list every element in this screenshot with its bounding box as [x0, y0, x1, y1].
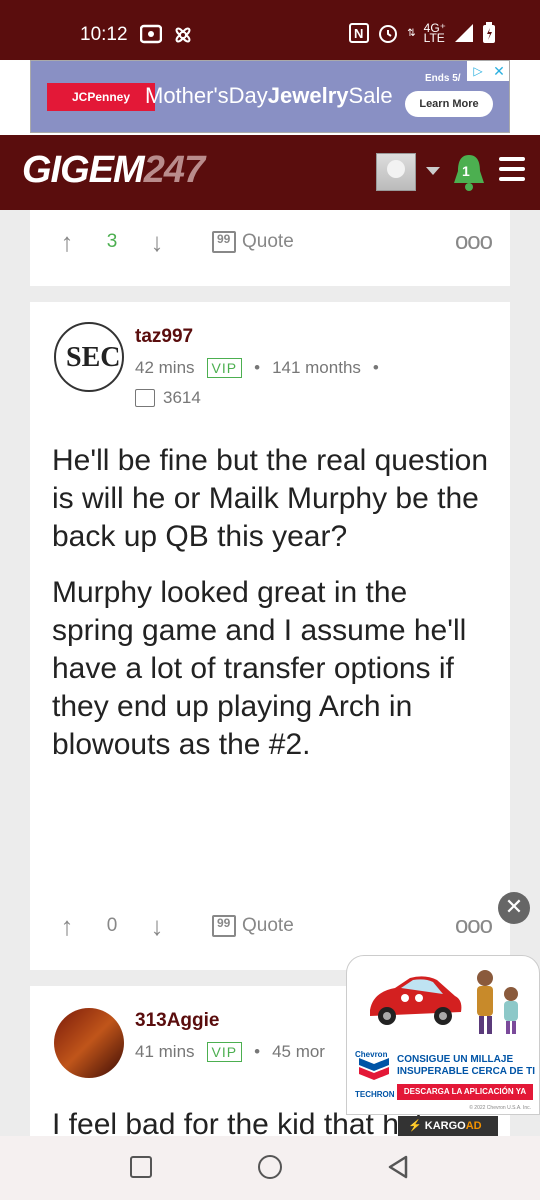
network-label: 4G⁺ LTE [423, 21, 446, 45]
upvote-arrow-icon[interactable]: ↑ [52, 227, 82, 258]
more-options-icon[interactable]: ooo [455, 912, 493, 940]
message-icon [135, 389, 155, 407]
vip-badge: VIP [206, 358, 243, 378]
downvote-arrow-icon[interactable]: ↓ [142, 227, 172, 258]
user-avatar[interactable]: SEC [54, 322, 124, 392]
system-nav-bar [0, 1136, 540, 1200]
jcpenney-logo: JCPenney [47, 83, 155, 111]
post-time: 42 mins [135, 358, 195, 377]
status-time: 10:12 [80, 24, 128, 45]
user-avatar[interactable] [54, 1008, 124, 1078]
status-left-icons [140, 24, 194, 46]
quote-icon [212, 915, 236, 937]
post-card: ↑ 3 ↓ Quote ooo [30, 210, 510, 286]
floating-ad-close-button[interactable]: ✕ [498, 892, 530, 924]
post-time: 41 mins [135, 1042, 195, 1061]
svg-text:N: N [354, 26, 363, 41]
adchoices-icon[interactable]: ▷ [467, 61, 489, 81]
chevron-logo-icon [359, 1058, 389, 1080]
more-options-icon[interactable]: ooo [455, 228, 493, 256]
member-tenure: 141 months [272, 358, 361, 377]
post-actions: ↑ 0 ↓ Quote ooo [52, 906, 494, 946]
ad-ends-text: Ends 5/ [425, 73, 461, 84]
floating-ad-legal: © 2022 Chevron U.S.A. Inc. [469, 1105, 531, 1111]
site-logo[interactable]: GIGEM247 [22, 149, 205, 192]
top-ad-banner[interactable]: JCPenney Mother'sDayJewelrySale Ends 5/ … [30, 60, 510, 133]
post-paragraph: Murphy looked great in the spring game a… [52, 576, 467, 761]
separator-dot: • [254, 358, 261, 377]
username[interactable]: taz997 [135, 326, 193, 348]
floating-ad-headline: CONSIGUE UN MILLAJE INSUPERABLE CERCA DE… [397, 1054, 535, 1077]
user-avatar-button[interactable] [376, 153, 416, 191]
floating-ad[interactable]: Chevron TECHRON CONSIGUE UN MILLAJE INSU… [346, 955, 540, 1115]
vip-badge: VIP [206, 1042, 243, 1062]
post-body: He'll be fine but the real question is w… [52, 442, 492, 782]
chevron-down-icon[interactable] [426, 167, 440, 175]
techron-brand: TECHRON [355, 1090, 395, 1099]
post-actions: ↑ 3 ↓ Quote ooo [52, 222, 494, 262]
notification-count: 1 [462, 163, 470, 179]
post-meta: 42 mins VIP • 141 months • [135, 358, 379, 378]
ad-learn-more-button[interactable]: Learn More [405, 91, 493, 117]
post-card: SEC taz997 42 mins VIP • 141 months • 36… [30, 302, 510, 970]
upvote-arrow-icon[interactable]: ↑ [52, 911, 82, 942]
alarm-icon [379, 25, 398, 43]
hamburger-menu-icon[interactable] [499, 157, 525, 187]
quote-button[interactable]: Quote [212, 231, 294, 253]
nfc-icon: N [349, 23, 370, 43]
site-header: GIGEM247 1 [0, 135, 540, 210]
home-button[interactable] [258, 1155, 282, 1179]
member-tenure: 45 mor [272, 1042, 325, 1061]
ad-close-button[interactable]: ✕ [489, 61, 509, 81]
quote-button[interactable]: Quote [212, 915, 294, 937]
cast-icon [140, 24, 162, 44]
vote-count: 3 [106, 231, 118, 252]
separator-dot: • [372, 358, 379, 377]
car-illustration [370, 976, 462, 1025]
fan-icon [175, 27, 191, 43]
vote-count: 0 [106, 915, 118, 936]
quote-icon [212, 231, 236, 253]
username[interactable]: 313Aggie [135, 1010, 219, 1032]
status-right-icons: N ⇅ 4G⁺ LTE [349, 22, 496, 44]
back-icon[interactable] [386, 1154, 412, 1180]
separator-dot: • [254, 1042, 261, 1061]
ad-provider-label: ⚡ KARGOAD [398, 1116, 498, 1136]
people-illustration [477, 970, 518, 1034]
signal-icon [455, 24, 473, 42]
data-arrows-icon: ⇅ [407, 27, 416, 39]
message-count: 3614 [135, 388, 201, 408]
battery-icon [483, 22, 495, 43]
status-bar: 10:12 N ⇅ 4G⁺ LTE [0, 0, 540, 60]
recents-button[interactable] [130, 1156, 152, 1178]
floating-ad-cta-button[interactable]: DESCARGA LA APLICACIÓN YA [397, 1084, 533, 1100]
ad-headline: Mother'sDayJewelrySale [145, 83, 393, 108]
post-paragraph: He'll be fine but the real question is w… [52, 444, 489, 553]
downvote-arrow-icon[interactable]: ↓ [142, 911, 172, 942]
post-meta: 41 mins VIP • 45 mor [135, 1042, 325, 1062]
top-ad-container: JCPenney Mother'sDayJewelrySale Ends 5/ … [0, 60, 540, 135]
